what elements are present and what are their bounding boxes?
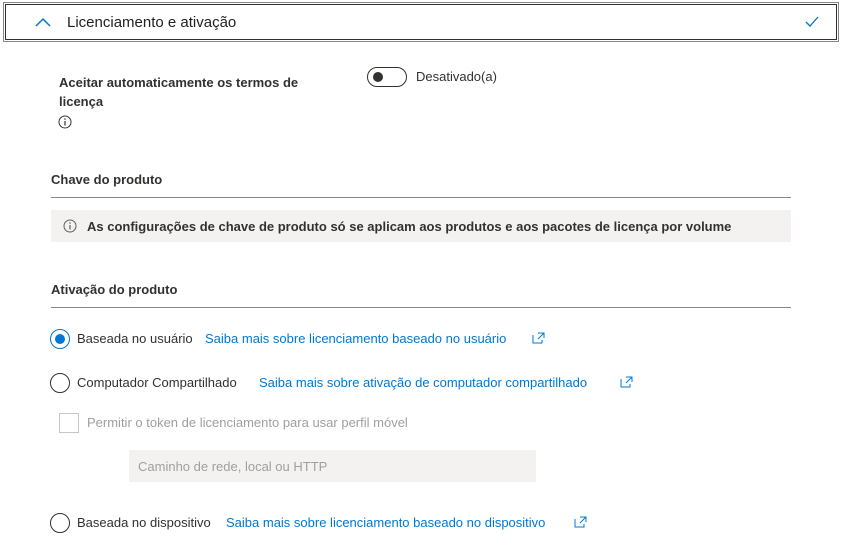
- accept-terms-toggle[interactable]: [367, 67, 407, 87]
- radio-device-based-label[interactable]: Baseada no dispositivo: [77, 515, 211, 530]
- learn-more-user-based-link[interactable]: Saiba mais sobre licenciamento baseado n…: [205, 331, 506, 346]
- radio-user-based[interactable]: [50, 329, 70, 349]
- section-title: Licenciamento e ativação: [67, 14, 237, 31]
- roaming-token-label: Permitir o token de licenciamento para u…: [87, 415, 408, 430]
- external-link-icon[interactable]: [574, 516, 587, 528]
- radio-shared-computer[interactable]: [50, 373, 70, 393]
- chevron-up-icon[interactable]: [34, 16, 52, 28]
- radio-device-based[interactable]: [50, 513, 70, 533]
- radio-shared-computer-label[interactable]: Computador Compartilhado: [77, 375, 237, 390]
- section-header[interactable]: Licenciamento e ativação: [3, 2, 839, 42]
- external-link-icon[interactable]: [620, 376, 633, 388]
- external-link-icon[interactable]: [532, 332, 545, 344]
- divider: [51, 197, 791, 198]
- toggle-knob: [373, 72, 383, 82]
- product-key-title: Chave do produto: [51, 172, 163, 187]
- info-icon[interactable]: [58, 115, 72, 129]
- network-path-input[interactable]: [129, 450, 536, 482]
- accept-terms-label: Aceitar automaticamente os termos de lic…: [59, 75, 299, 109]
- product-key-info-text: As configurações de chave de produto só …: [87, 219, 732, 234]
- learn-more-device-based-link[interactable]: Saiba mais sobre licenciamento baseado n…: [226, 515, 545, 530]
- info-icon: [63, 219, 77, 233]
- roaming-token-checkbox[interactable]: [59, 413, 79, 433]
- toggle-state-label: Desativado(a): [416, 69, 497, 84]
- product-key-infobar: As configurações de chave de produto só …: [51, 210, 791, 242]
- divider: [51, 307, 791, 308]
- learn-more-shared-computer-link[interactable]: Saiba mais sobre ativação de computador …: [259, 375, 587, 390]
- radio-user-based-label[interactable]: Baseada no usuário: [77, 331, 193, 346]
- activation-title: Ativação do produto: [51, 282, 178, 297]
- checkmark-icon: [805, 16, 819, 27]
